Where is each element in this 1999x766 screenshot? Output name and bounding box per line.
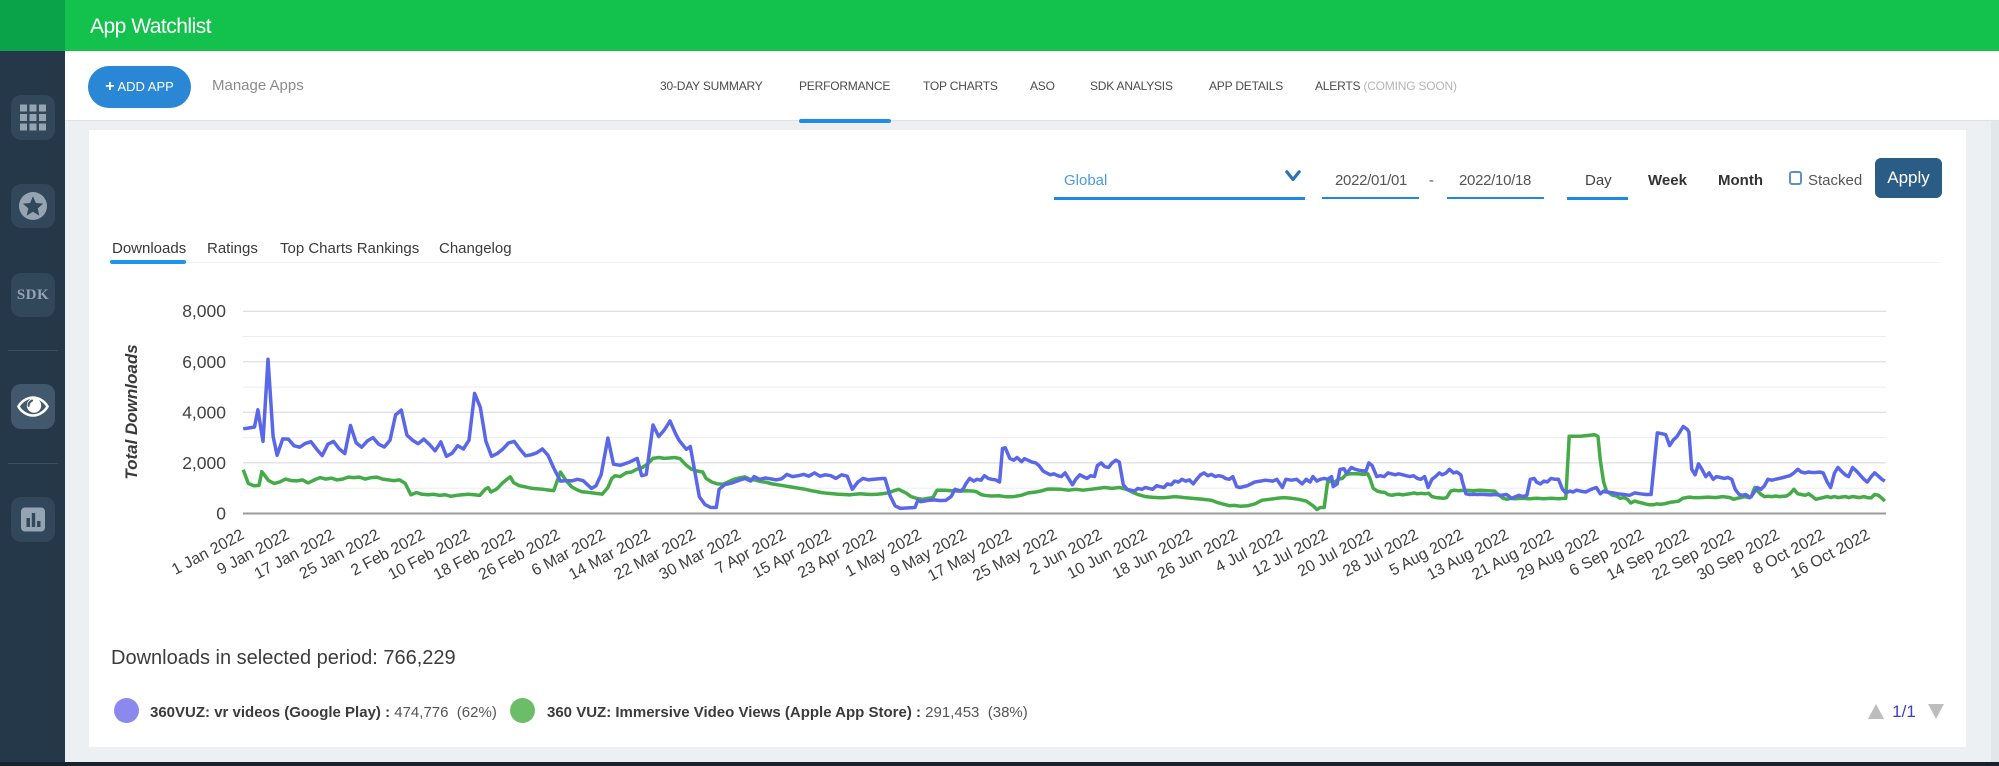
svg-text:2,000: 2,000: [182, 453, 226, 473]
svg-text:0: 0: [216, 504, 226, 524]
svg-text:6,000: 6,000: [182, 352, 226, 372]
svg-text:8,000: 8,000: [182, 301, 226, 321]
svg-text:4,000: 4,000: [182, 402, 226, 422]
svg-text:1/1: 1/1: [1892, 703, 1916, 720]
svg-text:Total Downloads: Total Downloads: [122, 344, 141, 479]
